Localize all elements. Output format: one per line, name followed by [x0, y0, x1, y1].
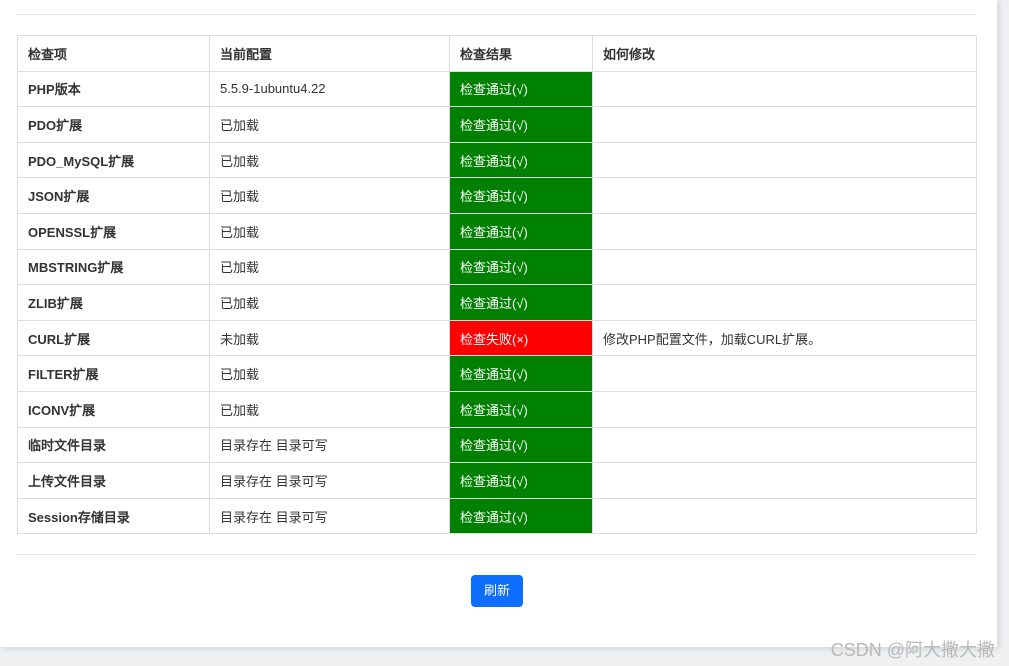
check-item-cell: Session存储目录	[17, 497, 210, 535]
check-result-cell: 检查通过(√)	[449, 177, 593, 214]
check-result-cell: 检查通过(√)	[449, 497, 593, 535]
header-current-config: 当前配置	[209, 35, 450, 72]
how-to-fix-cell	[592, 284, 977, 321]
check-result-cell: 检查通过(√)	[449, 426, 593, 464]
environment-check-table: 检查项 当前配置 检查结果 如何修改 PHP版本 5.5.9-1ubuntu4.2…	[17, 35, 977, 535]
table-row: JSON扩展 已加载 检查通过(√)	[17, 177, 977, 214]
header-check-item: 检查项	[17, 35, 210, 72]
how-to-fix-cell	[592, 497, 977, 535]
watermark: CSDN @阿大撒大撒	[830, 640, 995, 660]
current-config-cell: 已加载	[209, 284, 450, 321]
table-row: CURL扩展 未加载 检查失败(×) 修改PHP配置文件，加载CURL扩展。	[17, 319, 977, 357]
table-row: PDO_MySQL扩展 已加载 检查通过(√)	[17, 141, 977, 179]
table-header-row: 检查项 当前配置 检查结果 如何修改	[17, 35, 977, 72]
check-result-cell: 检查通过(√)	[449, 106, 593, 143]
current-config-cell: 已加载	[209, 212, 450, 250]
check-item-cell: FILTER扩展	[17, 355, 210, 392]
current-config-cell: 已加载	[209, 141, 450, 179]
current-config-cell: 未加载	[209, 319, 450, 357]
check-item-cell: 临时文件目录	[17, 426, 210, 464]
check-result-cell: 检查通过(√)	[449, 248, 593, 286]
how-to-fix-cell	[592, 390, 977, 428]
top-divider	[17, 14, 976, 15]
table-row: Session存储目录 目录存在 目录可写 检查通过(√)	[17, 497, 977, 535]
content-panel: 检查项 当前配置 检查结果 如何修改 PHP版本 5.5.9-1ubuntu4.2…	[0, 0, 997, 647]
check-item-cell: JSON扩展	[17, 177, 210, 214]
check-item-cell: ZLIB扩展	[17, 284, 210, 321]
current-config-cell: 已加载	[209, 390, 450, 428]
check-result-cell: 检查通过(√)	[449, 390, 593, 428]
table-row: MBSTRING扩展 已加载 检查通过(√)	[17, 248, 977, 286]
how-to-fix-cell	[592, 426, 977, 464]
how-to-fix-cell	[592, 177, 977, 214]
table-row: 上传文件目录 目录存在 目录可写 检查通过(√)	[17, 462, 977, 499]
table-row: PDO扩展 已加载 检查通过(√)	[17, 106, 977, 143]
current-config-cell: 已加载	[209, 355, 450, 392]
refresh-button[interactable]: 刷新	[471, 575, 523, 607]
check-item-cell: MBSTRING扩展	[17, 248, 210, 286]
check-item-cell: 上传文件目录	[17, 462, 210, 499]
check-item-cell: OPENSSL扩展	[17, 212, 210, 250]
current-config-cell: 已加载	[209, 248, 450, 286]
how-to-fix-cell	[592, 106, 977, 143]
check-result-cell: 检查通过(√)	[449, 355, 593, 392]
how-to-fix-cell	[592, 355, 977, 392]
table-row: OPENSSL扩展 已加载 检查通过(√)	[17, 212, 977, 250]
check-item-cell: CURL扩展	[17, 319, 210, 357]
header-how-to-fix: 如何修改	[592, 35, 977, 72]
current-config-cell: 目录存在 目录可写	[209, 426, 450, 464]
check-item-cell: ICONV扩展	[17, 390, 210, 428]
check-result-cell: 检查通过(√)	[449, 141, 593, 179]
table-row: 临时文件目录 目录存在 目录可写 检查通过(√)	[17, 426, 977, 464]
current-config-cell: 5.5.9-1ubuntu4.22	[209, 70, 450, 108]
current-config-cell: 目录存在 目录可写	[209, 462, 450, 499]
table-row: ICONV扩展 已加载 检查通过(√)	[17, 390, 977, 428]
check-result-cell: 检查通过(√)	[449, 284, 593, 321]
how-to-fix-cell	[592, 248, 977, 286]
current-config-cell: 已加载	[209, 106, 450, 143]
how-to-fix-cell: 修改PHP配置文件，加载CURL扩展。	[592, 319, 977, 357]
current-config-cell: 目录存在 目录可写	[209, 497, 450, 535]
current-config-cell: 已加载	[209, 177, 450, 214]
table-row: FILTER扩展 已加载 检查通过(√)	[17, 355, 977, 392]
header-check-result: 检查结果	[449, 35, 593, 72]
how-to-fix-cell	[592, 141, 977, 179]
check-result-cell: 检查通过(√)	[449, 212, 593, 250]
how-to-fix-cell	[592, 462, 977, 499]
how-to-fix-cell	[592, 70, 977, 108]
table-row: ZLIB扩展 已加载 检查通过(√)	[17, 284, 977, 321]
check-result-cell: 检查通过(√)	[449, 462, 593, 499]
check-item-cell: PDO扩展	[17, 106, 210, 143]
check-item-cell: PDO_MySQL扩展	[17, 141, 210, 179]
check-result-cell: 检查失败(×)	[449, 319, 593, 357]
table-row: PHP版本 5.5.9-1ubuntu4.22 检查通过(√)	[17, 70, 977, 108]
how-to-fix-cell	[592, 212, 977, 250]
bottom-divider	[17, 554, 976, 555]
check-item-cell: PHP版本	[17, 70, 210, 108]
check-result-cell: 检查通过(√)	[449, 70, 593, 108]
